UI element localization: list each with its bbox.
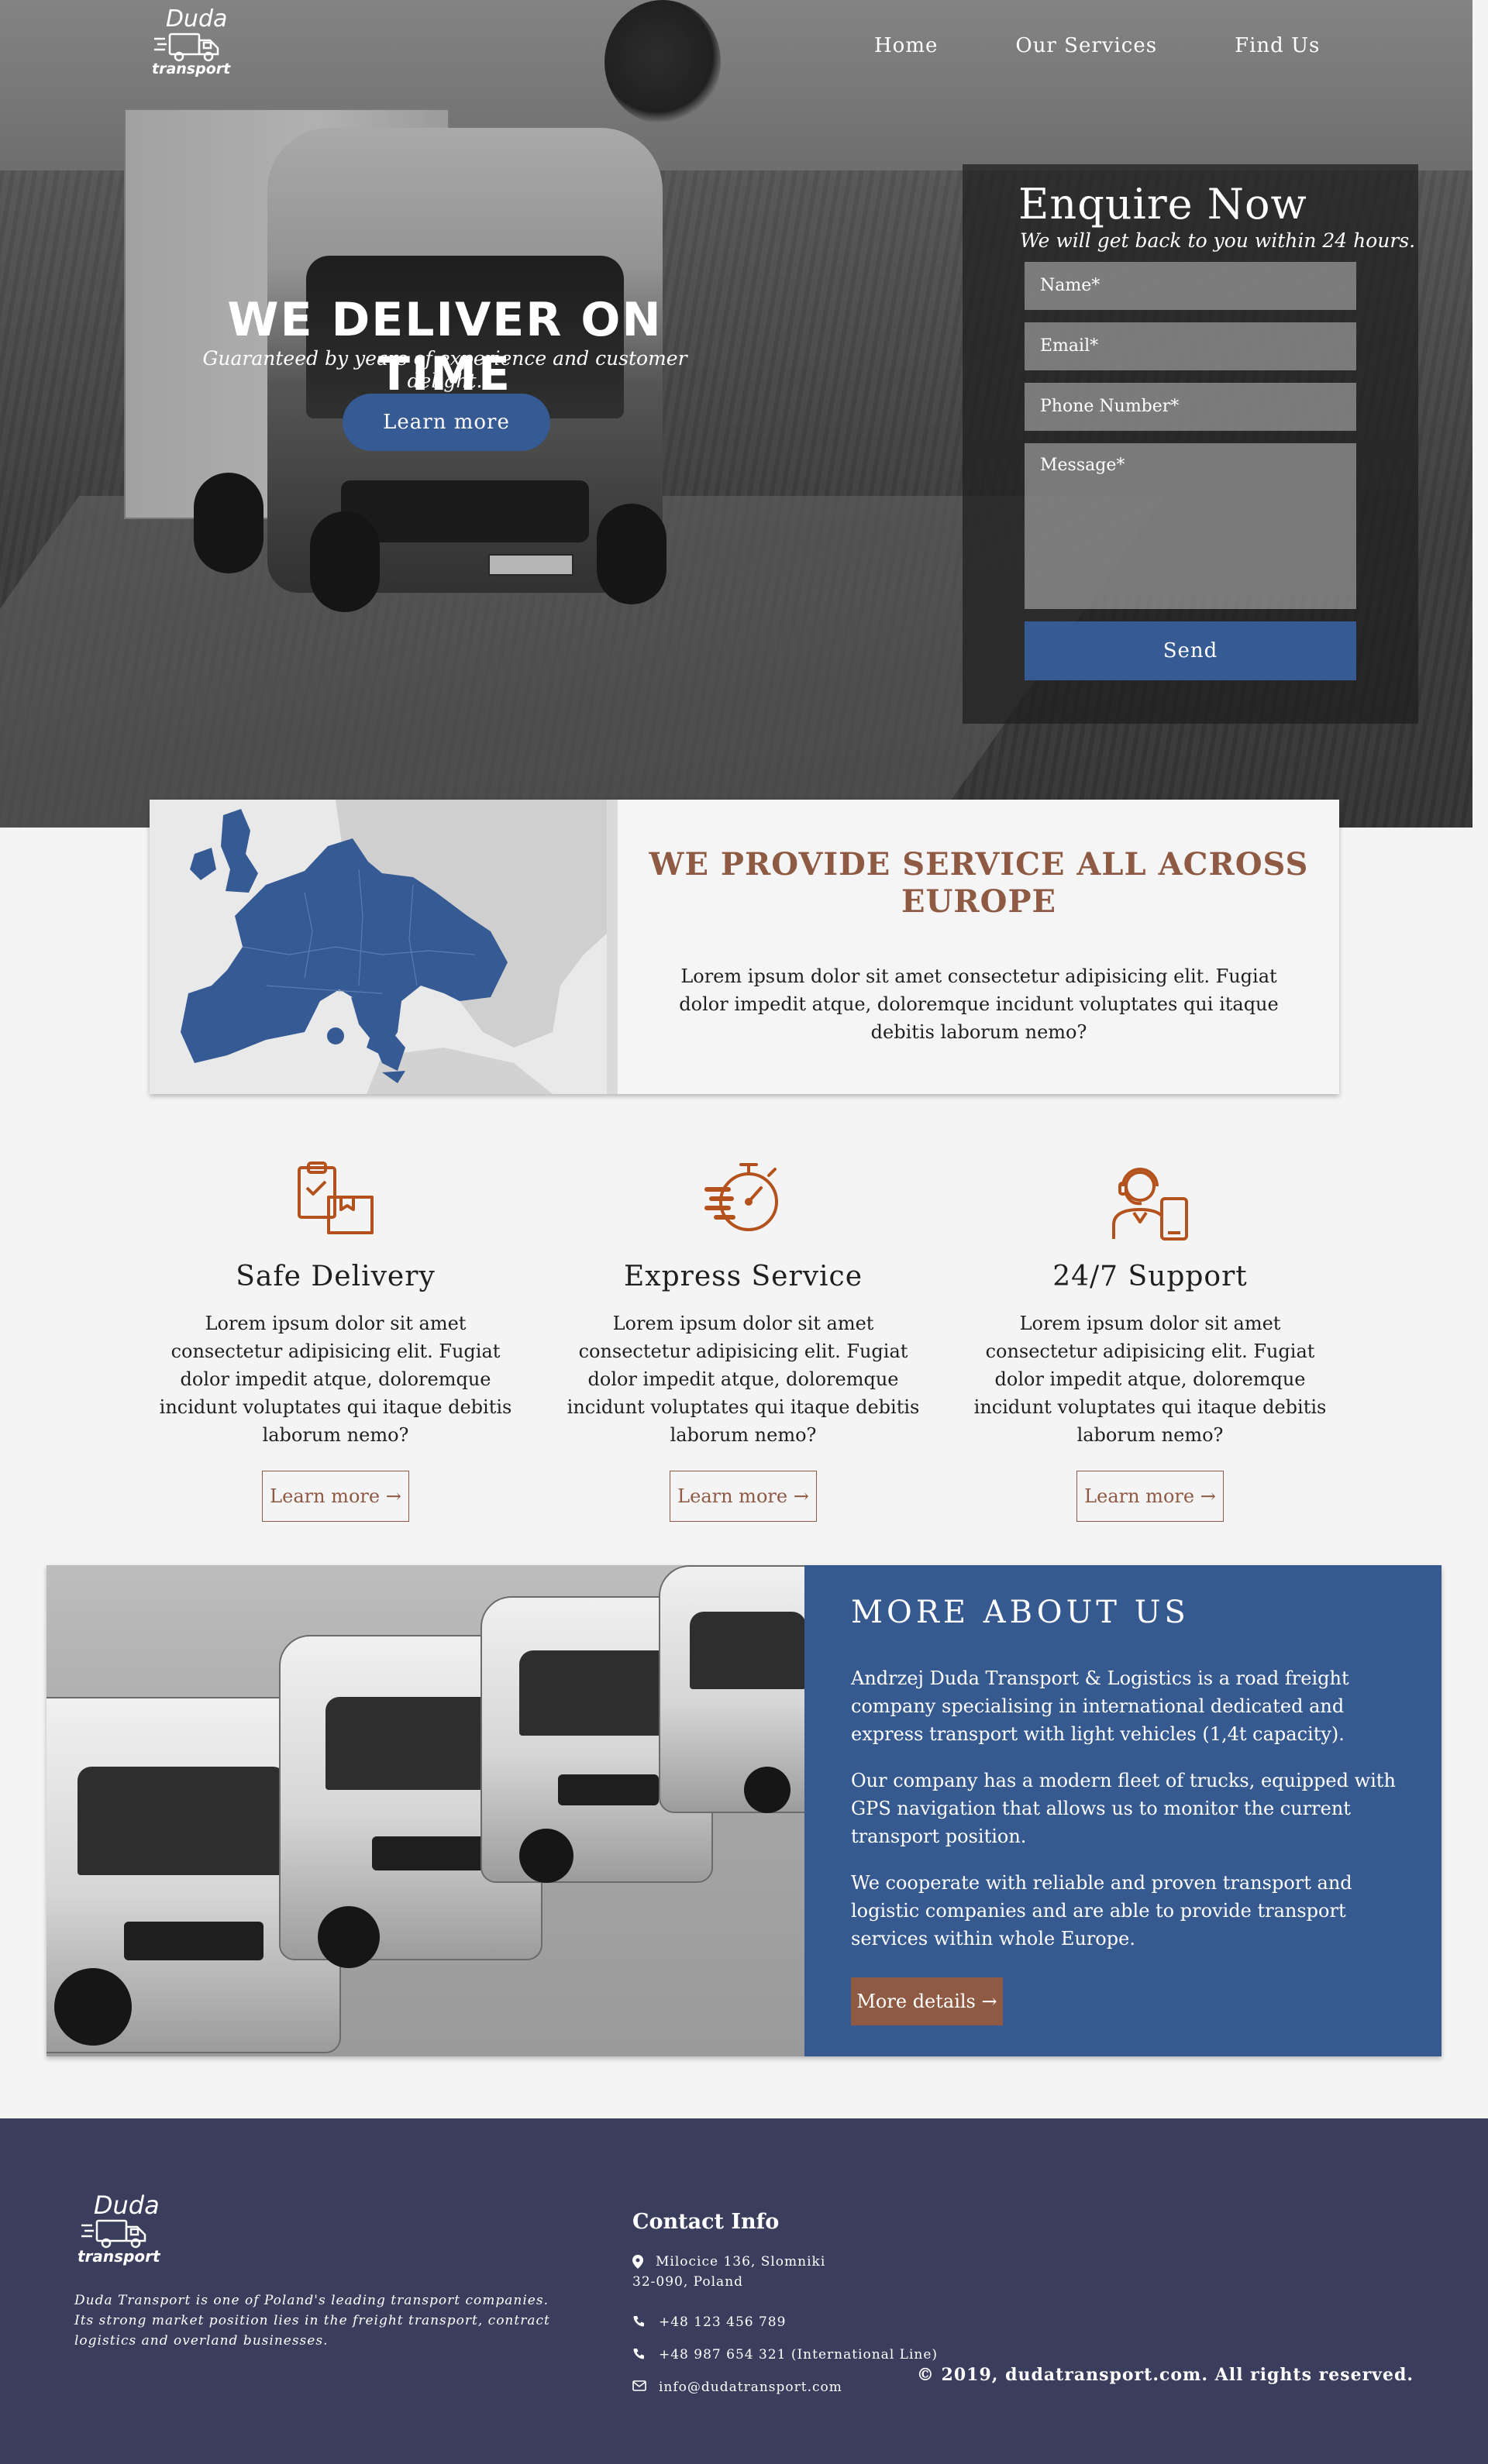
about-paragraph-3: We cooperate with reliable and proven tr… bbox=[851, 1872, 1352, 1950]
support-agent-icon bbox=[1112, 1168, 1188, 1241]
europe-text: Lorem ipsum dolor sit amet consectetur a… bbox=[679, 965, 1279, 1043]
service-text: Lorem ipsum dolor sit amet consectetur a… bbox=[567, 1313, 920, 1446]
nav-item-our-services[interactable]: Our Services bbox=[1015, 34, 1157, 57]
europe-title: WE PROVIDE SERVICE ALL ACROSS EUROPE bbox=[649, 846, 1309, 920]
hero-section: Duda transport Home Our Services Find Us… bbox=[0, 0, 1472, 828]
phone-icon bbox=[633, 2316, 644, 2327]
map-pin-icon bbox=[632, 2255, 643, 2269]
contact-address: Milocice 136, Slomniki bbox=[632, 2252, 825, 2272]
email-address: info@dudatransport.com bbox=[659, 2380, 842, 2395]
about-section: MORE ABOUT US Andrzej Duda Transport & L… bbox=[46, 1565, 1442, 2056]
enquire-subtitle: We will get back to you within 24 hours. bbox=[1020, 229, 1416, 252]
truck-logo-icon bbox=[81, 2219, 146, 2249]
about-panel: MORE ABOUT US Andrzej Duda Transport & L… bbox=[804, 1565, 1442, 2056]
about-title: MORE ABOUT US bbox=[851, 1595, 1190, 1630]
address-line-1: Milocice 136, Slomniki bbox=[656, 2254, 826, 2270]
phone-icon bbox=[633, 2349, 644, 2359]
email-field[interactable]: Email* bbox=[1025, 322, 1356, 370]
express-learn-more-button[interactable]: Learn more → bbox=[670, 1471, 817, 1522]
more-details-button[interactable]: More details → bbox=[851, 1977, 1003, 2025]
contact-address-line2: 32-090, Poland bbox=[632, 2272, 743, 2292]
truck-logo-icon bbox=[153, 33, 219, 62]
safe-delivery-learn-more-button[interactable]: Learn more → bbox=[262, 1471, 409, 1522]
enquire-title: Enquire Now bbox=[1018, 180, 1307, 229]
nav-item-find-us[interactable]: Find Us bbox=[1235, 34, 1320, 57]
phone-number: +48 123 456 789 bbox=[659, 2314, 787, 2330]
contact-title: Contact Info bbox=[632, 2210, 780, 2234]
email-placeholder: Email* bbox=[1040, 336, 1099, 356]
address-line-2: 32-090, Poland bbox=[632, 2274, 744, 2290]
about-paragraph-1: Andrzej Duda Transport & Logistics is a … bbox=[851, 1667, 1349, 1745]
nav-item-home[interactable]: Home bbox=[874, 34, 938, 57]
logo-subtitle: transport bbox=[152, 60, 231, 77]
europe-service-card: WE PROVIDE SERVICE ALL ACROSS EUROPE Lor… bbox=[150, 800, 1339, 1094]
hero-learn-more-button[interactable]: Learn more bbox=[343, 394, 550, 451]
service-safe-delivery: Safe Delivery Lorem ipsum dolor sit amet… bbox=[147, 1155, 524, 1522]
footer-description: Duda Transport is one of Poland's leadin… bbox=[74, 2293, 550, 2349]
footer-logo-subtitle: transport bbox=[78, 2247, 160, 2266]
contact-phone-international[interactable]: +48 987 654 321 (International Line) bbox=[632, 2345, 938, 2365]
message-placeholder: Message* bbox=[1040, 456, 1125, 475]
envelope-icon bbox=[632, 2380, 646, 2391]
footer-logo[interactable]: Duda transport bbox=[78, 2193, 160, 2264]
send-button[interactable]: Send bbox=[1025, 621, 1356, 680]
clipboard-box-icon bbox=[298, 1161, 374, 1234]
service-support: 24/7 Support Lorem ipsum dolor sit amet … bbox=[962, 1155, 1338, 1522]
service-title: Safe Delivery bbox=[236, 1261, 436, 1292]
about-paragraph-2: Our company has a modern fleet of trucks… bbox=[851, 1770, 1396, 1847]
name-placeholder: Name* bbox=[1040, 276, 1100, 295]
copyright: © 2019, dudatransport.com. All rights re… bbox=[916, 2365, 1414, 2385]
europe-map-image bbox=[150, 800, 618, 1094]
main-nav: Home Our Services Find Us bbox=[874, 34, 1397, 57]
support-learn-more-button[interactable]: Learn more → bbox=[1076, 1471, 1224, 1522]
phone-number-international: +48 987 654 321 (International Line) bbox=[659, 2347, 939, 2362]
stopwatch-icon bbox=[704, 1163, 778, 1231]
service-express: Express Service Lorem ipsum dolor sit am… bbox=[555, 1155, 932, 1522]
message-field[interactable]: Message* bbox=[1025, 443, 1356, 609]
phone-placeholder: Phone Number* bbox=[1040, 397, 1180, 416]
contact-email[interactable]: info@dudatransport.com bbox=[632, 2377, 842, 2397]
service-title: Express Service bbox=[623, 1261, 863, 1292]
service-text: Lorem ipsum dolor sit amet consectetur a… bbox=[973, 1313, 1327, 1446]
name-field[interactable]: Name* bbox=[1025, 262, 1356, 310]
contact-phone[interactable]: +48 123 456 789 bbox=[632, 2312, 786, 2332]
vans-fleet-image bbox=[46, 1565, 804, 2056]
footer-logo-wordmark: Duda bbox=[93, 2190, 160, 2220]
hero-subtitle: Guaranteed by years of experience and cu… bbox=[202, 347, 687, 392]
phone-field[interactable]: Phone Number* bbox=[1025, 383, 1356, 431]
service-title: 24/7 Support bbox=[1052, 1261, 1248, 1292]
logo-wordmark: Duda bbox=[165, 5, 228, 33]
service-text: Lorem ipsum dolor sit amet consectetur a… bbox=[159, 1313, 512, 1446]
enquire-form: Enquire Now We will get back to you with… bbox=[963, 164, 1418, 724]
logo[interactable]: Duda transport bbox=[152, 8, 230, 77]
footer: Duda transport Duda Transport is one of … bbox=[0, 2118, 1488, 2464]
